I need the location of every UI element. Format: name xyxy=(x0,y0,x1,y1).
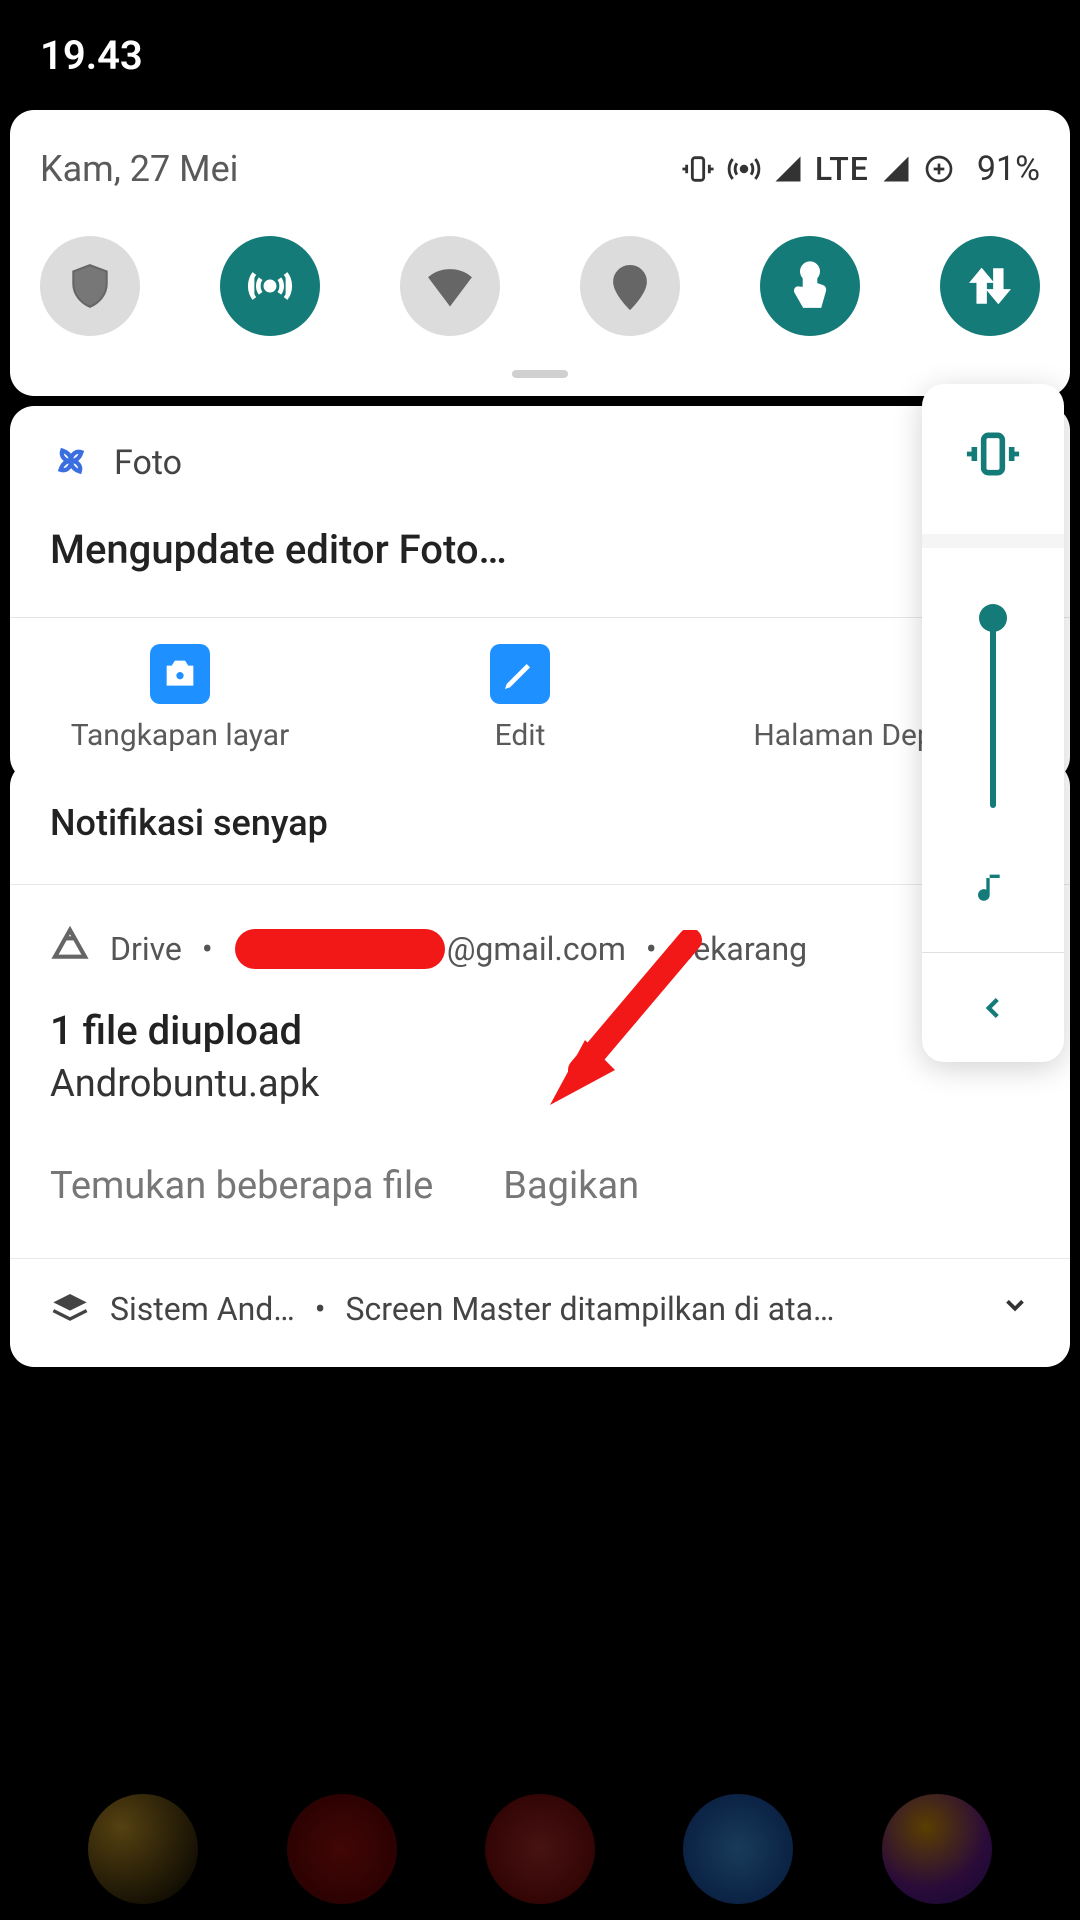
signal-1-icon xyxy=(773,154,803,184)
qs-tile-touch[interactable] xyxy=(760,236,860,336)
notification-system[interactable]: Sistem And… • Screen Master ditampilkan … xyxy=(10,1259,1070,1367)
drive-filename: Androbuntu.apk xyxy=(10,1062,1070,1148)
notification-foto[interactable]: Foto Mengupdate editor Foto… Tangkapan l… xyxy=(10,406,1070,781)
system-app-name: Sistem And… xyxy=(110,1290,295,1328)
signal-2-icon xyxy=(881,154,911,184)
system-text: Screen Master ditampilkan di ata… xyxy=(346,1290,835,1328)
home-icon xyxy=(830,644,890,704)
qs-header: Kam, 27 Mei LTE 91% xyxy=(40,148,1040,190)
music-note-icon xyxy=(973,868,1013,912)
drive-account: @gmail.com xyxy=(233,929,626,969)
drive-title: 1 file diupload xyxy=(10,973,1070,1062)
chevron-down-icon[interactable] xyxy=(1000,1290,1030,1328)
ring-mode-button[interactable] xyxy=(922,384,1064,534)
quick-settings-panel: Kam, 27 Mei LTE 91% xyxy=(10,110,1070,396)
hotspot-status-icon xyxy=(727,152,761,186)
layers-icon xyxy=(50,1289,90,1329)
network-type: LTE xyxy=(815,150,869,188)
qs-tile-location[interactable] xyxy=(580,236,680,336)
status-icons: LTE 91% xyxy=(681,149,1040,189)
qs-drag-handle[interactable] xyxy=(512,370,568,378)
foto-notification-title: Mengupdate editor Foto… xyxy=(10,486,1070,617)
home-dock xyxy=(0,1794,1080,1904)
foto-action-edit[interactable]: Edit xyxy=(350,644,690,753)
foto-app-name: Foto xyxy=(114,443,182,483)
qs-tile-data[interactable] xyxy=(940,236,1040,336)
pencil-icon xyxy=(490,644,550,704)
dock-app-5[interactable] xyxy=(882,1794,992,1904)
qs-tile-hotspot[interactable] xyxy=(220,236,320,336)
drive-action-share[interactable]: Bagikan xyxy=(503,1164,639,1208)
silent-header: Notifikasi senyap xyxy=(10,762,1070,885)
camera-icon xyxy=(150,644,210,704)
qs-tile-wifi[interactable] xyxy=(400,236,500,336)
battery-percentage: 91% xyxy=(977,149,1040,189)
dock-app-1[interactable] xyxy=(88,1794,198,1904)
foto-action-row: Tangkapan layar Edit Halaman Depan K xyxy=(10,617,1070,781)
drive-time: sekarang xyxy=(677,930,807,968)
drive-action-find[interactable]: Temukan beberapa file xyxy=(50,1164,433,1208)
status-bar-clock: 19.43 xyxy=(40,32,143,79)
qs-tile-row xyxy=(40,236,1040,336)
dock-app-2[interactable] xyxy=(287,1794,397,1904)
notification-drive[interactable]: Drive • @gmail.com • sekarang 1 file diu… xyxy=(10,885,1070,1259)
dock-app-3[interactable] xyxy=(485,1794,595,1904)
volume-thumb[interactable] xyxy=(979,604,1007,632)
qs-tile-shield[interactable] xyxy=(40,236,140,336)
dock-app-4[interactable] xyxy=(683,1794,793,1904)
foto-action-screenshot[interactable]: Tangkapan layar xyxy=(10,644,350,753)
volume-expand-button[interactable] xyxy=(922,952,1064,1062)
data-saver-icon xyxy=(923,153,955,185)
drive-icon xyxy=(50,925,90,973)
pinwheel-icon xyxy=(50,440,92,486)
drive-app-name: Drive xyxy=(110,930,182,968)
redacted-email xyxy=(235,929,445,969)
volume-slider[interactable] xyxy=(990,618,996,808)
vibrate-icon xyxy=(681,152,715,186)
volume-panel xyxy=(922,384,1064,1062)
qs-date: Kam, 27 Mei xyxy=(40,148,681,190)
notification-silent-group: Notifikasi senyap Drive • @gmail.com • s… xyxy=(10,762,1070,1367)
